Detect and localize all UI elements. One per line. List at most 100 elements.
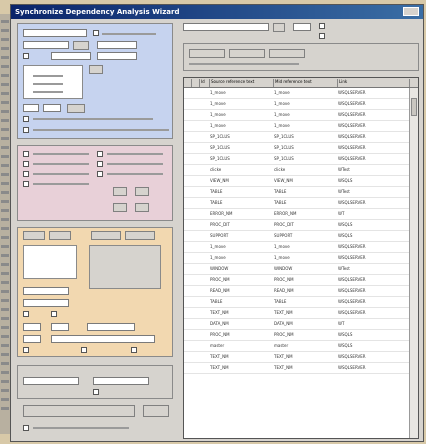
table-row[interactable]: PROC_DIT PROC_DIT WSQLS [184,220,410,231]
search-input[interactable] [183,23,269,31]
top-checkbox-1[interactable] [319,23,325,29]
option-checkbox-5[interactable] [23,171,29,177]
grid-header-cell[interactable] [192,79,200,87]
count-input[interactable] [293,23,311,31]
path-input[interactable] [23,335,41,343]
server-input[interactable] [23,29,87,37]
option-checkbox-3[interactable] [23,151,29,157]
options-button-2[interactable] [135,187,149,196]
table-row[interactable]: ERROR_NM ERROR_NM WT [184,209,410,220]
cancel-button[interactable] [143,405,169,417]
advanced-checkbox-3[interactable] [23,347,29,353]
options-button-3[interactable] [113,203,127,212]
filter-checkbox[interactable] [23,116,29,122]
path-value-input[interactable] [51,335,155,343]
tab-advanced-1[interactable] [23,231,45,240]
table-row[interactable]: TABLE TABLE WTest [184,187,410,198]
advanced-list[interactable] [23,245,77,279]
table-row[interactable]: TABLE TABLE WSQLSERVER [184,297,410,308]
close-icon[interactable] [403,7,419,16]
max-input[interactable] [23,323,41,331]
grid-header-cell[interactable]: Link [338,79,410,87]
tab-advanced-2[interactable] [49,231,71,240]
grid-header-cell[interactable] [184,79,192,87]
table-cell: WSQLSERVER [338,310,366,315]
tree-action-button[interactable] [89,65,103,74]
option-label-4 [33,163,89,165]
user-input[interactable] [51,52,91,60]
deselect-button[interactable] [229,49,265,58]
grid-header-cell[interactable]: Mid reference text [274,79,338,87]
filter-options-label [33,118,153,120]
table-row[interactable]: 1_move 1_move WSQLSERVER [184,253,410,264]
grid-header-cell[interactable]: Source reference text [210,79,274,87]
table-row[interactable]: SP_1CLUS SP_1CLUS WSQLSERVER [184,154,410,165]
output-checkbox[interactable] [93,389,99,395]
object-tree[interactable] [23,65,83,99]
options-button-1[interactable] [113,187,127,196]
option-checkbox-8[interactable] [97,161,103,167]
vertical-scrollbar[interactable] [409,88,418,438]
option-checkbox-7[interactable] [97,151,103,157]
table-row[interactable]: VIEW_NM VIEW_NM WSQLS [184,176,410,187]
table-row[interactable]: SP_1CLUS SP_1CLUS WSQLSERVER [184,143,410,154]
option-checkbox-2[interactable] [23,53,29,59]
table-row[interactable]: TEXT_NM TEXT_NM WSQLSERVER [184,363,410,374]
password-input[interactable] [97,52,137,60]
filter-input[interactable] [23,104,39,112]
table-cell: VIEW_NM [210,178,229,183]
login-input[interactable] [97,41,137,49]
owner-input[interactable] [23,299,69,307]
browse-button[interactable] [73,41,89,50]
table-row[interactable]: SUPPORT SUPPORT WSQLS [184,231,410,242]
toolbar-label [189,63,299,65]
schema-input[interactable] [23,287,69,295]
table-row[interactable]: PROC_NM PROC_NM WSQLSERVER [184,275,410,286]
show-details-checkbox[interactable] [23,425,29,431]
table-row[interactable]: TEXT_NM TEXT_NM WSQLSERVER [184,308,410,319]
table-cell: TEXT_NM [274,365,293,370]
table-row[interactable]: 1_move 1_move WSQLSERVER [184,88,410,99]
advanced-checkbox-2[interactable] [51,311,57,317]
table-row[interactable]: READ_NM READ_NM WSQLSERVER [184,286,410,297]
depth-input[interactable] [87,323,135,331]
option-checkbox-9[interactable] [97,171,103,177]
level-input[interactable] [51,323,69,331]
tab-advanced-4[interactable] [125,231,155,240]
advanced-checkbox-1[interactable] [23,311,29,317]
auto-commit-checkbox[interactable] [23,127,29,133]
table-row[interactable]: 1_move 1_move WSQLSERVER [184,110,410,121]
table-cell: TABLE [210,200,223,205]
top-checkbox-2[interactable] [319,33,325,39]
table-row[interactable]: master master WSQLS [184,341,410,352]
run-analysis-button[interactable] [23,405,135,417]
options-button-4[interactable] [135,203,149,212]
filter-apply-button[interactable] [67,104,85,113]
table-row[interactable]: 1_move 1_move WSQLSERVER [184,121,410,132]
table-row[interactable]: TABLE TABLE WSQLSERVER [184,198,410,209]
filter-value-input[interactable] [43,104,61,112]
scrollbar-thumb[interactable] [411,98,417,116]
table-row[interactable]: clicke clicke WTest [184,165,410,176]
option-checkbox-6[interactable] [23,181,29,187]
database-input[interactable] [23,41,69,49]
select-all-button[interactable] [189,49,225,58]
table-row[interactable]: WINDOW WINDOW WTest [184,264,410,275]
table-cell: TABLE [274,200,287,205]
advanced-checkbox-4[interactable] [81,347,87,353]
search-go-button[interactable] [273,23,285,32]
tab-advanced-3[interactable] [91,231,121,240]
output-select-2[interactable] [93,377,149,385]
output-select-1[interactable] [23,377,79,385]
table-row[interactable]: 1_move 1_move WSQLSERVER [184,242,410,253]
grid-header-cell[interactable]: Id [200,79,210,87]
option-checkbox-1[interactable] [93,30,99,36]
advanced-checkbox-5[interactable] [131,347,137,353]
table-row[interactable]: TEXT_NM TEXT_NM WSQLSERVER [184,352,410,363]
invert-button[interactable] [269,49,305,58]
option-checkbox-4[interactable] [23,161,29,167]
table-row[interactable]: 1_move 1_move WSQLSERVER [184,99,410,110]
table-row[interactable]: PROC_NM PROC_NM WSQLS [184,330,410,341]
table-row[interactable]: DATA_NM DATA_NM WT [184,319,410,330]
table-row[interactable]: SP_1CLUS SP_1CLUS WSQLSERVER [184,132,410,143]
